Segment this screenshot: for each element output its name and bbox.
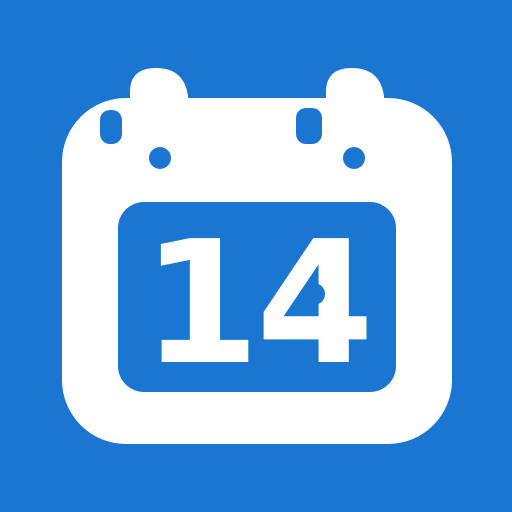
binder-hole-right: [343, 147, 365, 169]
binder-notch-left: [100, 110, 122, 144]
calendar-icon: 14: [0, 0, 512, 512]
binder-ring-left: [130, 68, 188, 140]
day-number: 14: [142, 205, 371, 403]
calendar-app-icon[interactable]: 14: [0, 0, 512, 512]
binder-ring-right: [326, 68, 384, 140]
four-counter-dot: [303, 283, 325, 305]
binder-notch-mid: [296, 108, 322, 144]
binder-hole-left: [149, 147, 171, 169]
